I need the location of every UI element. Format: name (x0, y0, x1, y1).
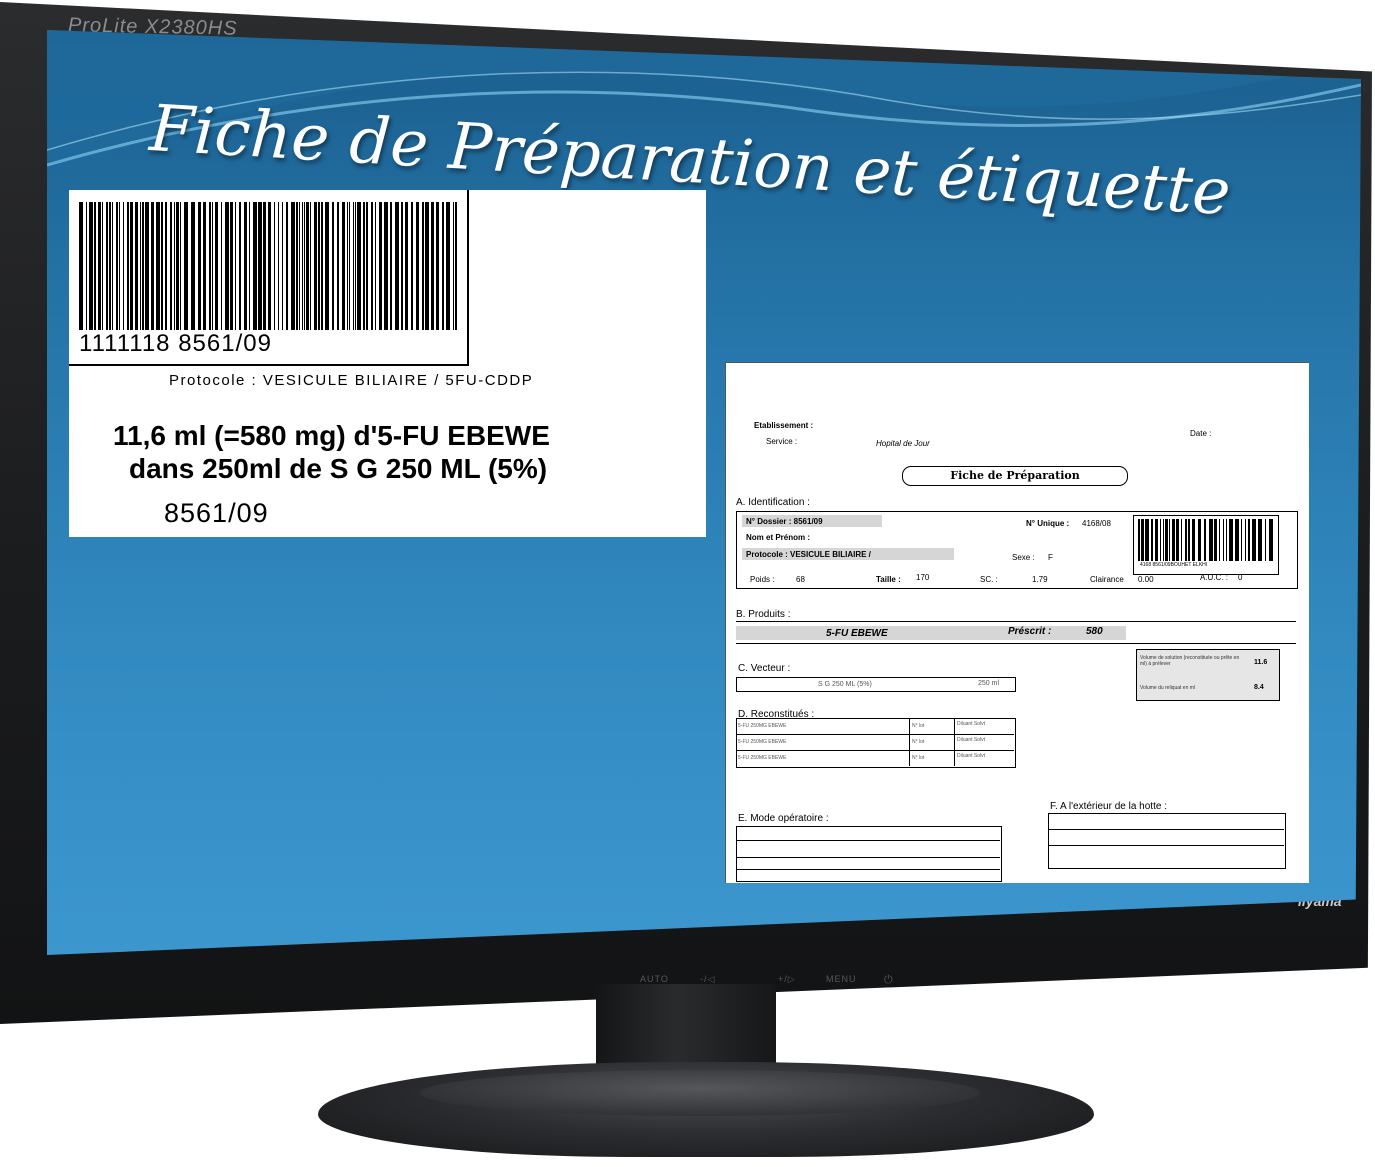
sheet-etablissement-label: Etablissement : (754, 421, 814, 430)
monitor-screen: Fiche de Préparation et étiquette 111111… (47, 30, 1361, 955)
reconstitue-diluant: Diluant Solvt (957, 753, 986, 759)
sheet-poids-value: 68 (796, 575, 805, 584)
sheet-clairance-value: 0.00 (1138, 575, 1154, 584)
sheet-date-label: Date : (1190, 429, 1212, 438)
exterieur-hotte-rule-2 (1048, 845, 1284, 846)
sheet-prescrit-value: 580 (1086, 626, 1103, 637)
sheet-taille-value: 170 (916, 573, 930, 582)
sheet-vecteur: S G 250 ML (5%) (818, 681, 872, 688)
sheet-sc-value: 1.79 (1032, 575, 1048, 584)
label-protocole: Protocole : VESICULE BILIAIRE / 5FU-CDDP (169, 372, 534, 389)
label-code: 8561/09 (164, 498, 269, 528)
label-dose-line-1: 11,6 ml (=580 mg) d'5-FU EBEWE (113, 420, 550, 451)
label-barcode-icon (79, 202, 457, 330)
reconstitue-product: 5-FU 250MG EBEWE (738, 723, 787, 729)
sheet-section-e: E. Mode opératoire : (738, 813, 829, 824)
sheet-exterieur-hotte-box (1048, 813, 1286, 869)
reconstitue-lot: N° lot (912, 723, 925, 729)
reconstitues-row-rule-2 (736, 750, 1014, 751)
sheet-produit: 5-FU EBEWE (826, 628, 888, 639)
sheet-section-a: A. Identification : (736, 497, 810, 508)
sheet-service-value: Hopital de Jour (876, 439, 930, 448)
reconstitue-diluant: Diluant Solvt (957, 721, 986, 727)
mode-operatoire-rule-1 (736, 840, 1000, 841)
sheet-barcode-box: 4168 8561/09BOUHET ELKHI (1133, 515, 1279, 575)
sheet-service-label: Service : (766, 437, 798, 446)
mode-operatoire-rule-3 (736, 869, 1000, 870)
exterieur-hotte-rule-1 (1048, 829, 1284, 830)
sheet-volume-solution-value: 11.6 (1254, 659, 1268, 666)
reconstitue-product: 5-FU 250MG EBEWE (738, 755, 787, 761)
reconstitue-lot: N° lot (912, 755, 925, 761)
sheet-numero-unique-value: 4168/08 (1082, 519, 1111, 528)
sheet-barcode-caption: 4168 8561/09BOUHET ELKHI (1140, 562, 1208, 568)
sheet-prescrit-label: Préscrit : (1008, 626, 1052, 637)
reconstitue-product: 5-FU 250MG EBEWE (738, 739, 787, 745)
monitor-menu-button[interactable]: MENU (826, 974, 857, 984)
reconstitue-diluant: Diluant Solvt (957, 737, 986, 743)
reconstitues-col-rule-2 (954, 718, 955, 766)
monitor-auto-button[interactable]: AUTO (640, 974, 669, 984)
sheet-taille-label: Taille : (876, 575, 901, 584)
preparation-sheet: Etablissement : Service : Hopital de Jou… (725, 362, 1309, 883)
sheet-sc-label: SC. : (980, 575, 998, 584)
sheet-section-b: B. Produits : (736, 609, 791, 620)
sheet-poids-label: Poids : (750, 575, 775, 584)
sheet-vecteur-volume: 250 ml (978, 680, 1000, 687)
sheet-clairance-label: Clairance (1090, 575, 1124, 584)
label-dose-line-2: dans 250ml de S G 250 ML (5%) (129, 453, 548, 484)
sheet-barcode-icon (1138, 519, 1273, 561)
reconstitue-lot: N° lot (912, 739, 925, 745)
reconstitues-row-rule-1 (736, 734, 1014, 735)
sheet-numero-unique-label: N° Unique : (1026, 519, 1070, 528)
sheet-volume-reliquat-label: Volume du reliquat en ml (1140, 685, 1196, 691)
produits-highlight (736, 626, 1126, 640)
sheet-title: Fiche de Préparation (902, 466, 1128, 486)
sheet-sexe-value: F (1048, 553, 1053, 562)
sheet-mode-operatoire-box (736, 826, 1002, 882)
monitor-plus-button[interactable]: +/▷ (778, 974, 796, 985)
sheet-protocole: Protocole : VESICULE BILIAIRE / (746, 550, 871, 559)
monitor-stand-base-top (420, 1070, 980, 1116)
mode-operatoire-rule-2 (736, 857, 1000, 858)
sheet-volume-solution-label: Volume de solution (reconstituée ou prêt… (1140, 655, 1240, 667)
produits-bottom-rule (736, 643, 1296, 644)
sheet-dossier: N° Dossier : 8561/09 (746, 517, 823, 526)
label-barcode-box: 1111118 8561/09 (69, 190, 469, 366)
preparation-label: 1111118 8561/09 Protocole : VESICULE BIL… (69, 190, 706, 537)
reconstitues-col-rule-1 (909, 718, 910, 766)
sheet-sexe-label: Sexe : (1012, 553, 1035, 562)
sheet-volume-reliquat-value: 8.4 (1254, 684, 1264, 691)
label-barcode-number: 1111118 8561/09 (79, 330, 272, 357)
sheet-vecteur-box (736, 677, 1016, 692)
sheet-nom-prenom: Nom et Prénom : (746, 533, 811, 542)
sheet-section-c: C. Vecteur : (738, 663, 791, 674)
monitor-power-button[interactable]: ⏻ (884, 974, 894, 987)
sheet-section-f: F. A l'extérieur de la hotte : (1050, 801, 1167, 812)
produits-rule (736, 621, 1296, 622)
